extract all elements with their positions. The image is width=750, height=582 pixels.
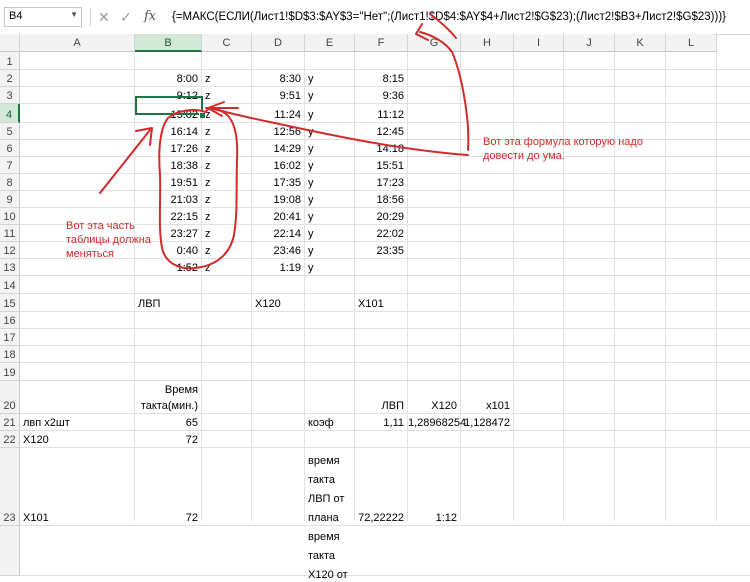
- annotation-drawing: [99, 13, 470, 270]
- cell-wrapped-line[interactable]: X120 от: [308, 568, 348, 582]
- cell-wrapped-line[interactable]: время: [308, 530, 340, 544]
- grid-hline: [20, 575, 750, 576]
- row-header[interactable]: [0, 526, 20, 576]
- cell-wrapped-line[interactable]: такта: [308, 549, 335, 563]
- grid-hline: [20, 525, 750, 526]
